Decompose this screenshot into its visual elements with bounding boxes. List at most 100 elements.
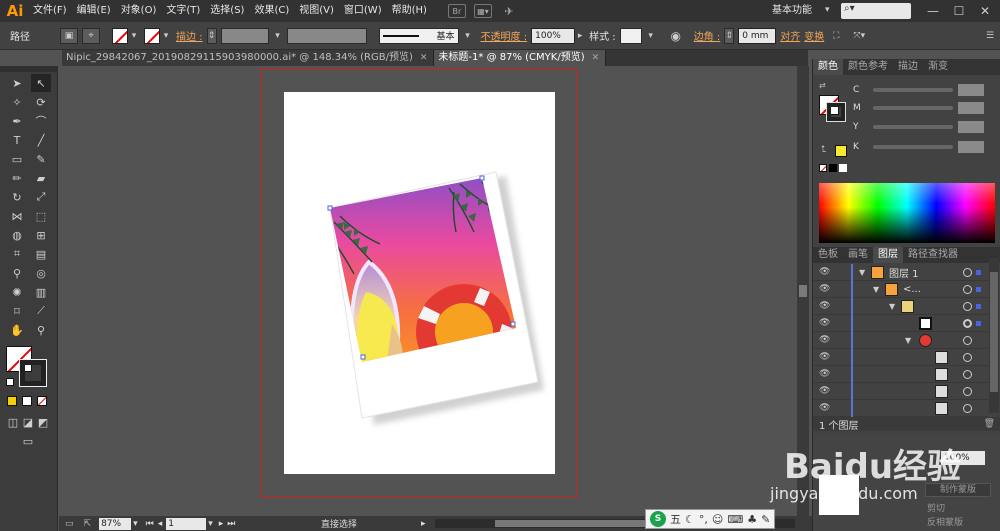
disclosure-triangle-icon[interactable]: ▼ <box>889 302 895 311</box>
rotate-tool-icon[interactable]: ↻ <box>7 188 27 206</box>
workspace-switcher[interactable]: 基本功能 <box>772 0 812 22</box>
tab-layers[interactable]: 图层 <box>873 247 903 263</box>
style-dropdown-icon[interactable]: ▾ <box>646 28 656 44</box>
layer-row-path[interactable]: 👁 <box>813 314 988 332</box>
selection-indicator[interactable] <box>976 320 981 326</box>
minimize-button[interactable]: — <box>920 0 946 22</box>
moon-icon[interactable]: ☾ <box>685 513 695 526</box>
disclosure-triangle-icon[interactable]: ▼ <box>905 336 911 345</box>
isolate-icon[interactable]: ▣ <box>60 27 78 44</box>
draw-behind-icon[interactable]: ◪ <box>21 413 35 431</box>
tools-icon[interactable]: ✎ <box>761 513 770 526</box>
search-input[interactable]: ⌕▾ <box>841 3 911 19</box>
slice-tool-icon[interactable]: ⟋ <box>31 302 51 320</box>
arrange-documents-icon[interactable]: ▦▾ <box>473 4 492 18</box>
ime-toolbar[interactable]: S 五 ☾ °, ☺ ⌨ ♣ ✎ <box>645 509 776 529</box>
corner-link[interactable]: 边角 : <box>694 28 721 43</box>
artboard[interactable] <box>284 92 555 474</box>
stroke-weight-stepper[interactable]: ⇕ <box>206 27 217 44</box>
channel-y-field[interactable] <box>958 121 984 133</box>
tab-gradient[interactable]: 渐变 <box>923 59 953 75</box>
gpu-performance-icon[interactable]: ✈ <box>500 4 518 18</box>
corner-stepper[interactable]: ⇕ <box>724 27 735 44</box>
tab-nipic-document[interactable]: Nipic_29842067_20190829115903980000.ai* … <box>62 50 435 66</box>
last-color-swatch[interactable] <box>835 145 847 157</box>
visibility-eye-icon[interactable]: 👁 <box>819 403 830 413</box>
delete-layer-icon[interactable]: 🗑 <box>984 419 995 429</box>
selection-indicator[interactable] <box>976 303 981 309</box>
width-tool-icon[interactable]: ⋈ <box>7 207 27 225</box>
layer-name[interactable]: 图层 1 <box>889 265 919 280</box>
menu-type[interactable]: 文字(T) <box>161 0 205 22</box>
selection-indicator[interactable] <box>976 286 981 292</box>
target-icon[interactable] <box>963 335 972 345</box>
opacity-arrow-icon[interactable]: ▸ <box>575 28 585 44</box>
color-stroke-proxy[interactable] <box>826 102 846 122</box>
status-menu-icon[interactable]: ▸ <box>421 519 426 529</box>
color-mode-swatch[interactable] <box>7 396 17 406</box>
gradient-tool-icon[interactable]: ▤ <box>31 245 51 263</box>
prev-artboard-icon[interactable]: ◂ <box>158 519 163 529</box>
zoom-field[interactable]: 87% <box>99 517 132 530</box>
transform-link[interactable]: 变换 <box>804 28 824 43</box>
pen-tool-icon[interactable]: ✒ <box>7 112 27 130</box>
visibility-eye-icon[interactable]: 👁 <box>819 369 830 379</box>
punctuation-icon[interactable]: °, <box>699 513 708 526</box>
target-icon[interactable] <box>963 369 972 379</box>
layer-row-item[interactable]: 👁 <box>813 382 988 400</box>
align-link[interactable]: 对齐 <box>780 28 800 43</box>
keyboard-icon[interactable]: ⌨ <box>727 513 743 526</box>
white-swatch[interactable] <box>839 164 847 172</box>
draw-inside-icon[interactable]: ◩ <box>36 413 50 431</box>
bridge-icon[interactable]: Br <box>447 4 466 18</box>
menu-object[interactable]: 对象(O) <box>116 0 162 22</box>
clip-checkbox[interactable]: 剪切 <box>927 501 945 514</box>
column-graph-tool-icon[interactable]: ▥ <box>31 283 51 301</box>
visibility-eye-icon[interactable]: 👁 <box>819 284 830 294</box>
shape-mode-icon[interactable]: ⛶ <box>828 28 844 44</box>
visibility-eye-icon[interactable]: 👁 <box>819 352 830 362</box>
target-icon[interactable] <box>963 386 972 396</box>
draw-normal-icon[interactable]: ◫ <box>6 413 20 431</box>
menu-edit[interactable]: 编辑(E) <box>72 0 116 22</box>
zoom-tool-icon[interactable]: ⚲ <box>31 321 51 339</box>
none-color-swatch[interactable] <box>819 164 827 172</box>
channel-c-field[interactable] <box>958 84 984 96</box>
default-colors-icon[interactable] <box>6 378 14 386</box>
fill-swatch[interactable] <box>112 27 128 44</box>
target-icon[interactable] <box>963 267 972 277</box>
visibility-eye-icon[interactable]: 👁 <box>819 267 830 277</box>
menu-help[interactable]: 帮助(H) <box>387 0 432 22</box>
channel-k-slider[interactable] <box>873 145 953 149</box>
brush-definition-dropdown[interactable]: 基本 <box>378 27 459 44</box>
layer-row-layer1[interactable]: 👁 ▼ 图层 1 <box>813 263 988 281</box>
recolor-artwork-icon[interactable]: ◉ <box>668 28 684 44</box>
export-icon[interactable]: ⇱ <box>84 519 92 529</box>
tab-color[interactable]: 颜色 <box>813 59 843 75</box>
swap-colors-icon[interactable]: ⇄ <box>819 81 837 91</box>
menu-view[interactable]: 视图(V) <box>294 0 339 22</box>
layer-row-ring[interactable]: 👁 ▼ <box>813 331 988 349</box>
workspace-chevron-icon[interactable]: ▾ <box>825 5 830 15</box>
channel-k-field[interactable] <box>958 141 984 153</box>
channel-m-slider[interactable] <box>873 106 953 110</box>
artboard-nav-icon[interactable]: ▭ <box>65 519 74 529</box>
emoji-icon[interactable]: ☺ <box>712 513 723 526</box>
menu-file[interactable]: 文件(F) <box>28 0 72 22</box>
group-name[interactable]: <... <box>903 284 921 295</box>
close-button[interactable]: ✕ <box>972 0 998 22</box>
visibility-eye-icon[interactable]: 👁 <box>819 318 830 328</box>
visibility-eye-icon[interactable]: 👁 <box>819 386 830 396</box>
panel-menu-icon[interactable]: ☰ <box>984 28 996 44</box>
gradient-mode-swatch[interactable] <box>22 396 32 406</box>
visibility-eye-icon[interactable]: 👁 <box>819 301 830 311</box>
target-icon[interactable] <box>963 352 972 362</box>
eyedropper-tool-icon[interactable]: ⚲ <box>7 264 27 282</box>
channel-c-slider[interactable] <box>873 88 953 92</box>
color-spectrum[interactable] <box>819 183 995 243</box>
layer-row-group[interactable]: 👁 ▼ <... <box>813 280 988 298</box>
layers-scroll-thumb[interactable] <box>990 272 998 392</box>
maximize-button[interactable]: ☐ <box>946 0 972 22</box>
layers-scrollbar[interactable] <box>989 258 999 413</box>
target-icon[interactable] <box>963 284 972 294</box>
